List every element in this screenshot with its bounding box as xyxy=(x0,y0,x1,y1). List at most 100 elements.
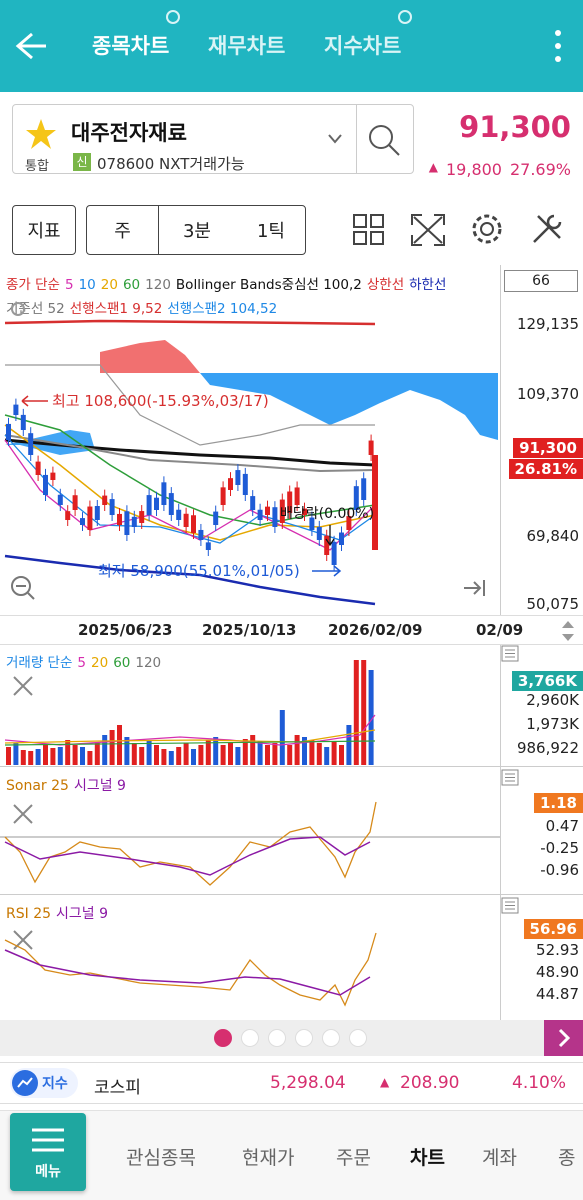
volume-bar xyxy=(154,745,159,765)
period-3min[interactable]: 3분 xyxy=(159,206,235,254)
index-ticker-bar[interactable]: 지수 코스피 5,298.04 ▲ 208.90 4.10% xyxy=(0,1062,583,1104)
stock-code: 078600 NXT거래가능 xyxy=(97,155,245,173)
chart-toolbar: 지표 주 3분 1틱 xyxy=(0,195,583,265)
tab-stock-chart[interactable]: 종목차트 xyxy=(92,30,169,60)
trend-up-icon xyxy=(12,1070,38,1096)
volume-bar xyxy=(279,710,285,765)
rsi-panel[interactable]: RSI 25 시그널 9 56.96 52.93 48.90 44.87 xyxy=(0,895,583,1020)
volume-bar xyxy=(72,745,78,765)
axis-scale-icon[interactable] xyxy=(560,619,576,643)
volume-bar xyxy=(57,747,63,765)
nav-order[interactable]: 주문 xyxy=(336,1143,371,1170)
sonar-chart-canvas[interactable] xyxy=(0,767,500,895)
more-options-icon[interactable] xyxy=(550,28,566,64)
volume-bar xyxy=(146,741,152,765)
volume-bar xyxy=(309,740,315,765)
volume-tag: 3,766K xyxy=(511,671,583,691)
panel-menu-icon[interactable] xyxy=(500,645,520,663)
volume-bar xyxy=(139,747,145,765)
x-tick: 2025/10/13 xyxy=(202,621,297,639)
candle-body xyxy=(65,511,71,520)
count-box[interactable]: 66 xyxy=(504,270,578,292)
volume-panel[interactable]: 거래량 단순 5 20 60 120 3,766K 2,960K 1,973K 986,… xyxy=(0,645,583,767)
candle-body xyxy=(131,516,137,527)
indicator-button[interactable]: 지표 xyxy=(12,205,76,255)
page-dot[interactable] xyxy=(349,1029,367,1047)
panel-menu-icon[interactable] xyxy=(500,769,520,787)
settings-gear-icon[interactable] xyxy=(470,212,504,246)
period-week[interactable]: 주 xyxy=(87,206,159,254)
volume-bar xyxy=(213,737,219,765)
search-icon[interactable] xyxy=(367,123,401,157)
candle-body xyxy=(235,470,241,485)
page-dot[interactable] xyxy=(322,1029,340,1047)
y-tick: 2,960K xyxy=(526,691,579,709)
candle-body xyxy=(57,494,63,505)
chevron-right-icon xyxy=(558,1028,570,1048)
fullscreen-icon[interactable] xyxy=(410,213,446,247)
index-value: 5,298.04 xyxy=(270,1073,346,1093)
tab-financial-chart[interactable]: 재무차트 xyxy=(208,30,285,60)
volume-bar xyxy=(191,749,196,765)
volume-bar xyxy=(117,725,122,765)
volume-bar xyxy=(28,751,34,765)
volume-chart-canvas[interactable] xyxy=(0,645,500,767)
stock-search-box[interactable]: 대주전자재료 통합 신 078600 NXT거래가능 xyxy=(12,104,414,174)
page-dot[interactable] xyxy=(241,1029,259,1047)
volume-bar xyxy=(13,743,19,765)
candle-body xyxy=(220,487,226,505)
period-1tick[interactable]: 1틱 xyxy=(235,206,307,254)
sonar-signal-line xyxy=(4,836,371,876)
price-chart-panel[interactable]: 종가 단순 5 10 20 60 120 Bollinger Bands중심선 100,2 상… xyxy=(0,265,583,615)
menu-button[interactable]: 메뉴 xyxy=(10,1113,86,1191)
nav-account[interactable]: 계좌 xyxy=(482,1143,517,1170)
nav-current-price[interactable]: 현재가 xyxy=(242,1143,294,1170)
chart-pager xyxy=(0,1020,583,1056)
panel-menu-icon[interactable] xyxy=(500,897,520,915)
volume-bar xyxy=(131,743,137,765)
back-arrow-icon[interactable] xyxy=(14,30,48,62)
credit-badge: 신 xyxy=(73,153,91,171)
volume-bar xyxy=(331,741,337,765)
volume-bar xyxy=(20,750,26,765)
volume-bar xyxy=(80,747,85,765)
nav-watchlist[interactable]: 관심종목 xyxy=(126,1143,196,1170)
favorite-star-icon[interactable] xyxy=(25,118,57,150)
zoom-out-icon[interactable] xyxy=(10,575,36,601)
chevron-down-icon[interactable] xyxy=(327,133,343,145)
candle-body xyxy=(50,472,56,480)
nav-chart[interactable]: 차트 xyxy=(410,1143,445,1170)
x-tick: 2025/06/23 xyxy=(78,621,173,639)
low-price-label: 최저 58,900(55.01%,01/05) xyxy=(98,562,300,580)
settings-overlay-icon[interactable] xyxy=(8,299,34,319)
page-dot[interactable] xyxy=(295,1029,313,1047)
layout-grid-icon[interactable] xyxy=(352,213,386,247)
stock-name[interactable]: 대주전자재료 xyxy=(71,117,187,147)
divider xyxy=(356,105,357,173)
price-chart-canvas[interactable]: 최고 108,600(-15.93%,03/17) 최저 58,900(55.01… xyxy=(0,265,500,615)
volume-bar xyxy=(228,743,233,765)
tools-icon[interactable] xyxy=(530,212,564,246)
page-dot-active[interactable] xyxy=(214,1029,232,1047)
page-dot[interactable] xyxy=(268,1029,286,1047)
volume-bar xyxy=(272,743,278,765)
candle-body xyxy=(272,507,278,527)
volume-bar xyxy=(235,747,241,765)
high-price-label: 최고 108,600(-15.93%,03/17) xyxy=(52,392,269,410)
nav-more[interactable]: 종 xyxy=(558,1143,575,1170)
candle-body xyxy=(191,515,196,533)
volume-bar xyxy=(265,745,270,765)
index-name: 코스피 xyxy=(94,1078,141,1098)
next-page-button[interactable] xyxy=(544,1020,583,1056)
index-change: 208.90 xyxy=(400,1073,460,1093)
sonar-panel[interactable]: Sonar 25 시그널 9 1.18 0.47 -0.25 -0.96 xyxy=(0,767,583,895)
menu-label: 메뉴 xyxy=(35,1164,61,1180)
scroll-to-latest-icon[interactable] xyxy=(462,577,488,599)
candle-body xyxy=(331,541,337,565)
candle-body xyxy=(361,478,367,500)
rsi-chart-canvas[interactable] xyxy=(0,895,500,1020)
x-tick: 2026/02/09 xyxy=(328,621,423,639)
tab-index-chart[interactable]: 지수차트 xyxy=(324,30,401,60)
y-tick: 1,973K xyxy=(526,715,579,733)
candle-body xyxy=(139,511,145,523)
